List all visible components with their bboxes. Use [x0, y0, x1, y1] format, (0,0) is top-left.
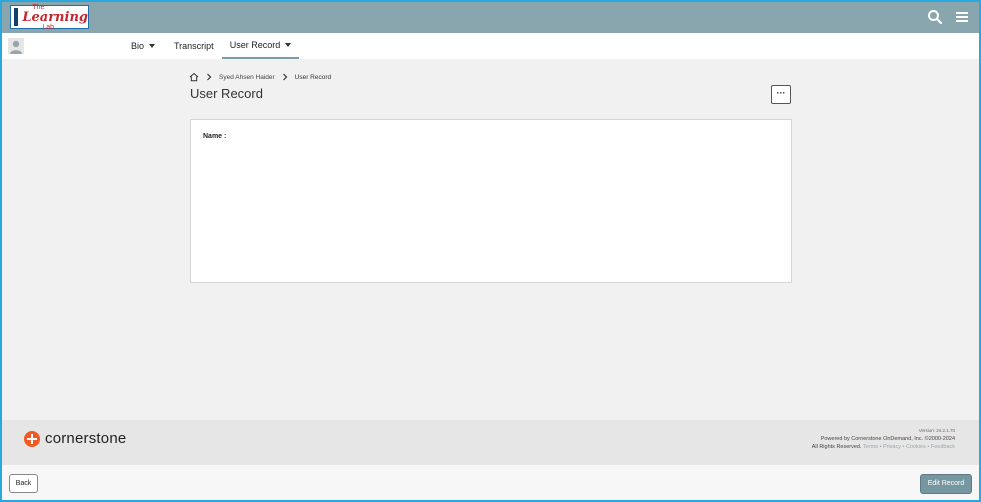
edit-record-button[interactable]: Edit Record: [920, 474, 972, 494]
caret-down-icon: [285, 43, 292, 47]
link-separator: •: [879, 444, 882, 450]
link-separator: •: [927, 444, 930, 450]
search-icon[interactable]: [927, 9, 943, 25]
tab-user-record-label: User Record: [229, 40, 281, 50]
version-text: Version: 24.2.1.70: [918, 428, 955, 433]
back-button[interactable]: Back: [9, 474, 38, 493]
terms-link[interactable]: Terms: [863, 444, 878, 450]
learning-lab-logo[interactable]: The Learning Lab: [10, 4, 89, 31]
link-separator: •: [902, 444, 905, 450]
logo-text: The Learning Lab: [22, 4, 88, 31]
user-avatar-icon[interactable]: [8, 38, 24, 54]
top-header: The Learning Lab: [2, 2, 979, 33]
book-icon: [14, 8, 19, 26]
legal-info: Version: 24.2.1.70 Powered by Cornerston…: [812, 427, 955, 451]
cookies-link[interactable]: Cookies: [906, 444, 926, 450]
name-label: Name :: [203, 133, 227, 140]
cornerstone-logo-icon: [24, 430, 40, 447]
hamburger-menu-icon[interactable]: [954, 9, 970, 25]
more-options-button[interactable]: ···: [771, 85, 791, 104]
breadcrumb: Syed Ahsen Haider User Record: [189, 71, 331, 83]
tab-bio-label: Bio: [131, 41, 145, 51]
chevron-right-icon: [207, 73, 212, 81]
chevron-right-icon: [282, 73, 288, 81]
tab-bio[interactable]: Bio: [131, 33, 156, 59]
footer: cornerstone Version: 24.2.1.70 Powered b…: [2, 420, 979, 465]
brand-name: cornerstone: [45, 430, 127, 447]
cornerstone-brand: cornerstone: [24, 430, 126, 447]
feedback-link[interactable]: Feedback: [931, 444, 955, 450]
home-icon[interactable]: [189, 72, 199, 82]
user-record-card: Name :: [190, 119, 792, 283]
tab-transcript-label: Transcript: [174, 41, 214, 51]
caret-down-icon: [149, 44, 156, 48]
legal-links: All Rights Reserved. Terms • Privacy • C…: [812, 443, 955, 451]
page-title: User Record: [190, 86, 263, 101]
breadcrumb-current: User Record: [294, 73, 332, 81]
profile-tabs-bar: Bio Transcript User Record: [2, 33, 979, 59]
powered-by-text: Powered by Cornerstone OnDemand, Inc. ©2…: [820, 436, 955, 442]
logo-line3: Lab: [42, 23, 55, 31]
rights-text: All Rights Reserved.: [811, 444, 862, 450]
action-bar: Back Edit Record: [2, 465, 979, 500]
breadcrumb-user-link[interactable]: Syed Ahsen Haider: [219, 74, 275, 81]
tab-user-record[interactable]: User Record: [222, 33, 299, 59]
privacy-link[interactable]: Privacy: [883, 444, 901, 450]
tab-transcript[interactable]: Transcript: [174, 33, 214, 59]
logo-line2: Learning: [22, 9, 88, 25]
